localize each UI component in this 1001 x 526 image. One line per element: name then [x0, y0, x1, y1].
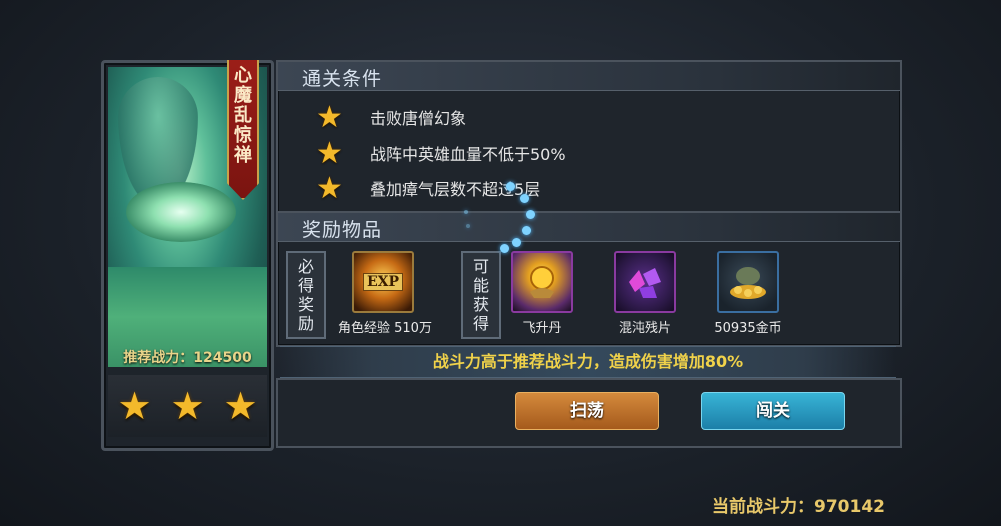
star-icon: ★ — [117, 384, 152, 428]
spinner-dot — [526, 210, 535, 219]
chaos-fragment-icon — [614, 251, 676, 313]
tag-char: 励 — [297, 314, 314, 333]
condition-item: ★ 战阵中英雄血量不低于50% — [316, 135, 566, 171]
spinner-dot — [500, 244, 509, 253]
conditions-title: 通关条件 — [302, 68, 383, 90]
rewards-header: 奖励物品 — [278, 213, 900, 242]
stage-name-char: 心 — [234, 65, 252, 86]
current-power: 当前战斗力：970142 — [712, 497, 885, 517]
stage-name-banner: 心 魔 乱 惊 禅 — [227, 60, 259, 200]
crystal-graphic — [629, 268, 661, 298]
exp-text: EXP — [362, 273, 404, 291]
star-icon: ★ — [223, 384, 258, 428]
conditions-panel: 通关条件 ★ 击败唐僧幻象 ★ 战阵中英雄血量不低于50% ★ 叠加瘴气层数不超… — [276, 60, 902, 214]
recommended-power: 推荐战力：124500 — [123, 350, 252, 366]
star-icon: ★ — [316, 99, 343, 135]
ascension-pill-icon — [511, 251, 573, 313]
coin-pile-graphic — [730, 267, 766, 299]
conditions-header: 通关条件 — [278, 62, 900, 91]
reward-label: 角色经验 510万 — [338, 321, 432, 336]
spinner-dot — [520, 194, 529, 203]
reward-item-ascension-pill[interactable]: 飞升丹 — [497, 251, 587, 336]
spinner-dot — [464, 210, 468, 214]
spinner-dot — [466, 224, 470, 228]
loading-spinner — [462, 180, 542, 260]
pill-orb-graphic — [530, 266, 554, 298]
spinner-dot — [506, 182, 515, 191]
spinner-dot — [512, 238, 521, 247]
fight-button[interactable]: 闯关 — [701, 392, 845, 430]
exp-icon: EXP — [352, 251, 414, 313]
reward-item-gold-coins[interactable]: 50935金币 — [703, 251, 793, 336]
tag-char: 必 — [297, 257, 314, 276]
damage-bonus-notice: 战斗力高于推荐战斗力，造成伤害增加80% — [280, 346, 896, 378]
stage-card: 推荐战力：124500 心 魔 乱 惊 禅 ★ ★ ★ — [101, 60, 274, 451]
tag-char: 获 — [472, 295, 489, 314]
stage-name-char: 禅 — [234, 145, 252, 166]
reward-label: 混沌残片 — [618, 321, 671, 336]
condition-text: 战阵中英雄血量不低于50% — [370, 145, 566, 164]
stage-name-char: 乱 — [234, 105, 252, 126]
stage-stars: ★ ★ ★ — [108, 375, 267, 437]
reward-label: 50935金币 — [714, 321, 782, 336]
rewards-panel: 奖励物品 必 得 奖 励 EXP 角色经验 510万 可 能 获 得 飞升丹 混… — [276, 211, 902, 347]
possible-reward-tag: 可 能 获 得 — [461, 251, 501, 339]
reward-label: 飞升丹 — [522, 321, 562, 336]
gold-coins-icon — [717, 251, 779, 313]
tag-char: 得 — [472, 314, 489, 333]
altar-art — [126, 182, 236, 242]
reward-item-exp[interactable]: EXP 角色经验 510万 — [338, 251, 432, 336]
tag-char: 奖 — [297, 295, 314, 314]
condition-item: ★ 击败唐僧幻象 — [316, 99, 467, 135]
stage-name-char: 魔 — [234, 85, 252, 106]
tag-char: 得 — [297, 276, 314, 295]
guaranteed-reward-tag: 必 得 奖 励 — [286, 251, 326, 339]
star-icon: ★ — [316, 135, 343, 171]
rewards-title: 奖励物品 — [302, 219, 383, 241]
star-icon: ★ — [170, 384, 205, 428]
spinner-dot — [522, 226, 531, 235]
reward-item-chaos-fragment[interactable]: 混沌残片 — [600, 251, 690, 336]
condition-text: 击败唐僧幻象 — [370, 109, 467, 128]
stage-name-char: 惊 — [234, 125, 252, 146]
sweep-button[interactable]: 扫荡 — [515, 392, 659, 430]
star-icon: ★ — [316, 170, 343, 206]
tag-char: 能 — [472, 276, 489, 295]
